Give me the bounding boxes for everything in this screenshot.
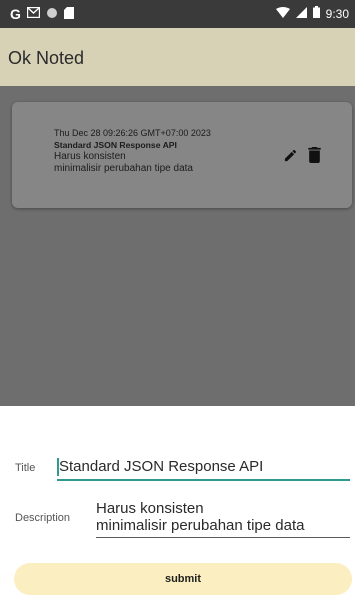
app-title: Ok Noted (8, 48, 85, 68)
signal-icon (295, 6, 307, 21)
app-bar: Ok Noted (0, 28, 355, 86)
title-input-underline (57, 479, 350, 481)
wifi-icon (275, 6, 290, 21)
note-actions (282, 146, 322, 164)
status-bar-notifications: G (10, 6, 74, 22)
note-form: Title Standard JSON Response API Descrip… (0, 406, 355, 597)
description-input[interactable]: Harus konsisten minimalisir perubahan ti… (96, 500, 304, 534)
note-description: Harus konsisten minimalisir perubahan ti… (54, 151, 193, 174)
title-label: Title (15, 462, 36, 474)
trash-icon[interactable] (306, 146, 322, 164)
note-title: Standard JSON Response API (54, 140, 177, 150)
status-time: 9:30 (325, 6, 349, 21)
circle-icon (46, 7, 58, 22)
note-card[interactable]: Thu Dec 28 09:26:26 GMT+07:00 2023 Stand… (12, 102, 352, 208)
status-bar: G 9:30 (0, 0, 355, 28)
pencil-icon[interactable] (282, 146, 298, 164)
battery-icon (312, 6, 320, 21)
notes-list[interactable]: Thu Dec 28 09:26:26 GMT+07:00 2023 Stand… (0, 86, 355, 406)
title-input[interactable]: Standard JSON Response API (59, 458, 263, 475)
submit-button[interactable]: submit (14, 563, 352, 595)
note-date: Thu Dec 28 09:26:26 GMT+07:00 2023 (54, 128, 211, 138)
google-icon: G (10, 6, 21, 22)
sd-card-icon (63, 6, 74, 22)
note-text: Thu Dec 28 09:26:26 GMT+07:00 2023 Stand… (54, 128, 211, 174)
gmail-icon (26, 6, 41, 21)
status-bar-system: 9:30 (275, 6, 349, 21)
description-label: Description (15, 512, 71, 524)
description-input-underline (96, 537, 350, 538)
